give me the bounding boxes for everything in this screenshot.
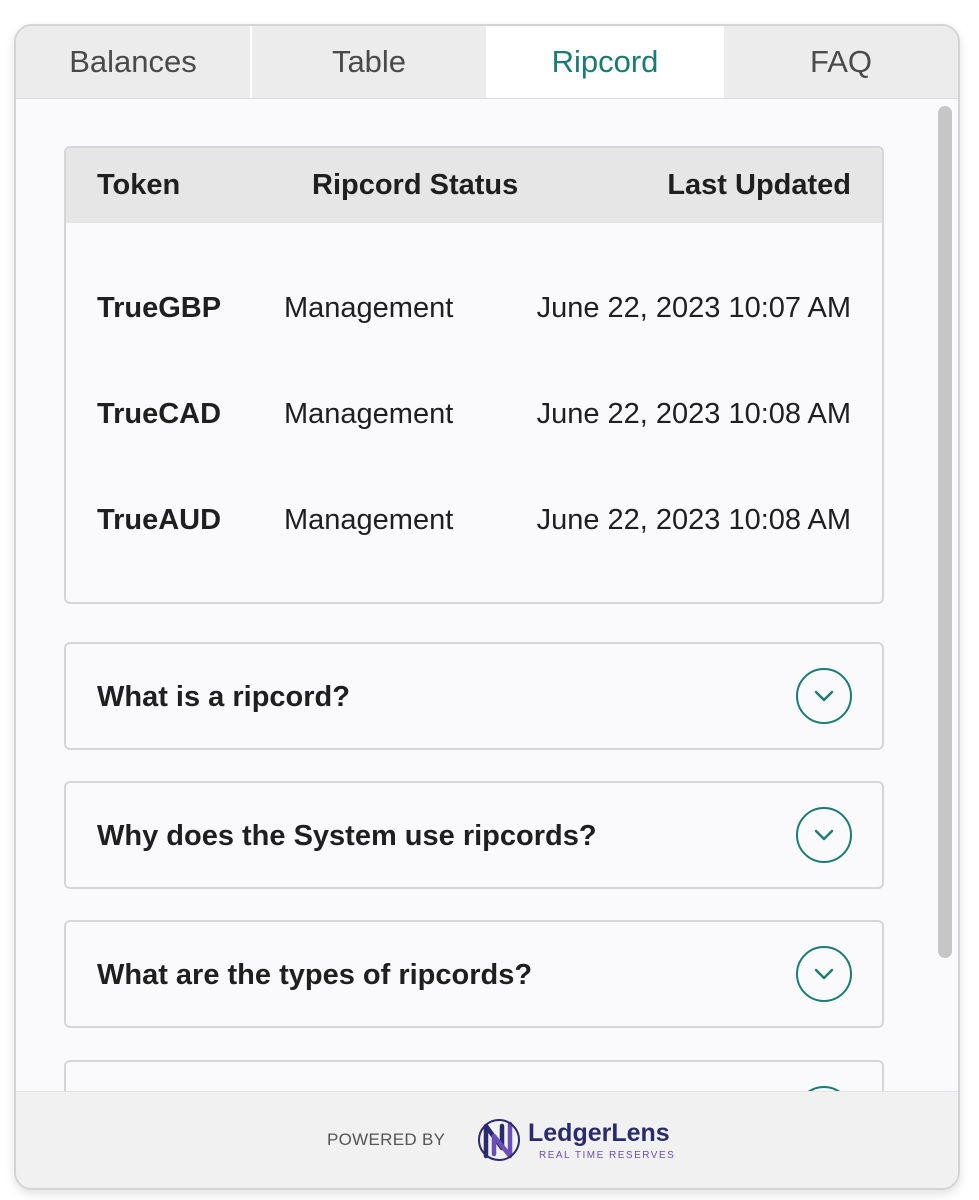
faq-question: What is a ripcord?: [97, 681, 350, 713]
tab-ripcord[interactable]: Ripcord: [488, 26, 724, 98]
last-updated-cell: June 22, 2023 10:08 AM: [536, 398, 851, 430]
status-cell: Management: [284, 504, 454, 536]
table-row: TrueCAD Management June 22, 2023 10:08 A…: [66, 384, 882, 444]
status-cell: Management: [284, 398, 454, 430]
brand-name: LedgerLens: [528, 1119, 670, 1147]
faq-accordion-item[interactable]: [64, 1060, 884, 1094]
chevron-down-icon: [814, 690, 834, 702]
tab-content: Token Ripcord Status Last Updated TrueGB…: [16, 98, 958, 1094]
expand-button[interactable]: [796, 807, 852, 863]
chevron-down-icon: [814, 829, 834, 841]
table-row: TrueGBP Management June 22, 2023 10:07 A…: [66, 278, 882, 338]
powered-by-label: POWERED BY: [327, 1130, 446, 1149]
faq-accordion-item[interactable]: What are the types of ripcords?: [64, 920, 884, 1028]
scrollbar[interactable]: [936, 102, 954, 1092]
table-header: Token Ripcord Status Last Updated: [66, 148, 882, 223]
token-cell: TrueCAD: [97, 398, 222, 430]
faq-question: Why does the System use ripcords?: [97, 820, 597, 852]
brand-tagline: REAL TIME RESERVES: [539, 1150, 676, 1161]
token-cell: TrueAUD: [97, 504, 222, 536]
expand-button[interactable]: [796, 668, 852, 724]
column-header-status: Ripcord Status: [312, 169, 519, 201]
faq-accordion-item[interactable]: What is a ripcord?: [64, 642, 884, 750]
last-updated-cell: June 22, 2023 10:08 AM: [536, 504, 851, 536]
tab-faq[interactable]: FAQ: [724, 26, 958, 98]
expand-button[interactable]: [796, 946, 852, 1002]
ripcord-status-table: Token Ripcord Status Last Updated TrueGB…: [64, 146, 884, 604]
chevron-down-icon: [814, 968, 834, 980]
ripcord-widget: Balances Table Ripcord FAQ Token Ripcord…: [14, 24, 960, 1190]
faq-accordion-item[interactable]: Why does the System use ripcords?: [64, 781, 884, 889]
tab-table[interactable]: Table: [252, 26, 488, 98]
token-cell: TrueGBP: [97, 292, 222, 324]
scrollbar-thumb[interactable]: [938, 106, 952, 958]
table-row: TrueAUD Management June 22, 2023 10:08 A…: [66, 490, 882, 550]
faq-question: What are the types of ripcords?: [97, 959, 533, 991]
tab-balances[interactable]: Balances: [16, 26, 252, 98]
column-header-token: Token: [97, 169, 181, 201]
column-header-last-updated: Last Updated: [667, 169, 851, 201]
ledgerlens-logo-icon: [478, 1119, 520, 1161]
last-updated-cell: June 22, 2023 10:07 AM: [536, 292, 851, 324]
tab-bar: Balances Table Ripcord FAQ: [16, 26, 958, 99]
status-cell: Management: [284, 292, 454, 324]
footer: POWERED BY LedgerLens REAL TIME RESERVES: [16, 1091, 958, 1188]
